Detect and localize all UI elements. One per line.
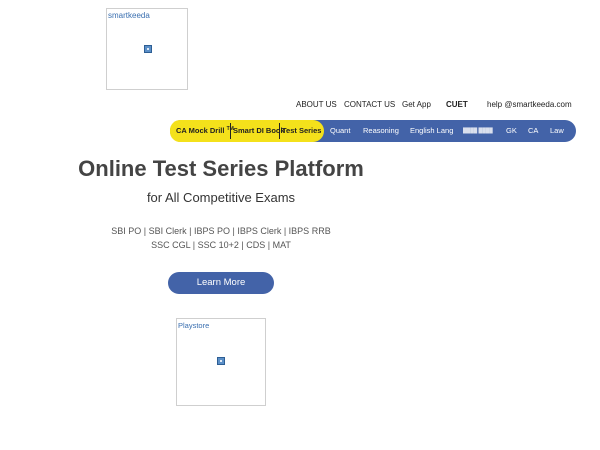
- learn-more-button[interactable]: Learn More: [168, 272, 274, 294]
- nav-english-lang[interactable]: English Lang: [410, 126, 453, 135]
- nav-test-series[interactable]: Test Series: [282, 126, 321, 135]
- nav-ca-mock-drill[interactable]: CA Mock Drill TM: [176, 126, 234, 135]
- contact-us-link[interactable]: CONTACT US: [344, 100, 395, 109]
- page-title: Online Test Series Platform: [78, 156, 364, 181]
- nav-ca[interactable]: CA: [528, 126, 538, 135]
- broken-image-icon: [144, 45, 152, 53]
- broken-image-icon: [217, 357, 225, 365]
- nav-obscured-item[interactable]: ████ ████: [463, 128, 493, 134]
- logo-alt-text: smartkeeda: [108, 11, 150, 20]
- top-nav: ABOUT US CONTACT US Get App CUET help @s…: [0, 100, 600, 112]
- nav-gk[interactable]: GK: [506, 126, 517, 135]
- main-nav-bar: CA Mock Drill TM Smart DI Book Test Seri…: [170, 120, 576, 142]
- nav-separator: [279, 123, 280, 139]
- page-subtitle: for All Competitive Exams: [146, 190, 296, 205]
- smartkeeda-logo[interactable]: smartkeeda: [106, 8, 188, 90]
- nav-reasoning[interactable]: Reasoning: [363, 126, 399, 135]
- about-us-link[interactable]: ABOUT US: [296, 100, 337, 109]
- nav-separator: [230, 123, 231, 139]
- nav-quant[interactable]: Quant: [330, 126, 350, 135]
- playstore-badge[interactable]: Playstore: [176, 318, 266, 406]
- highlight-section: CA Mock Drill TM Smart DI Book Test Seri…: [170, 120, 324, 142]
- nav-law[interactable]: Law: [550, 126, 564, 135]
- exam-list-line-2: SSC CGL | SSC 10+2 | CDS | MAT: [151, 240, 291, 250]
- get-app-link[interactable]: Get App: [402, 100, 431, 109]
- exam-list-line-1: SBI PO | SBI Clerk | IBPS PO | IBPS Cler…: [111, 226, 331, 236]
- help-email-link[interactable]: help @smartkeeda.com: [487, 100, 572, 109]
- cuet-link[interactable]: CUET: [446, 100, 468, 109]
- nav-smart-di-book[interactable]: Smart DI Book: [233, 126, 285, 135]
- playstore-alt-text: Playstore: [178, 321, 210, 330]
